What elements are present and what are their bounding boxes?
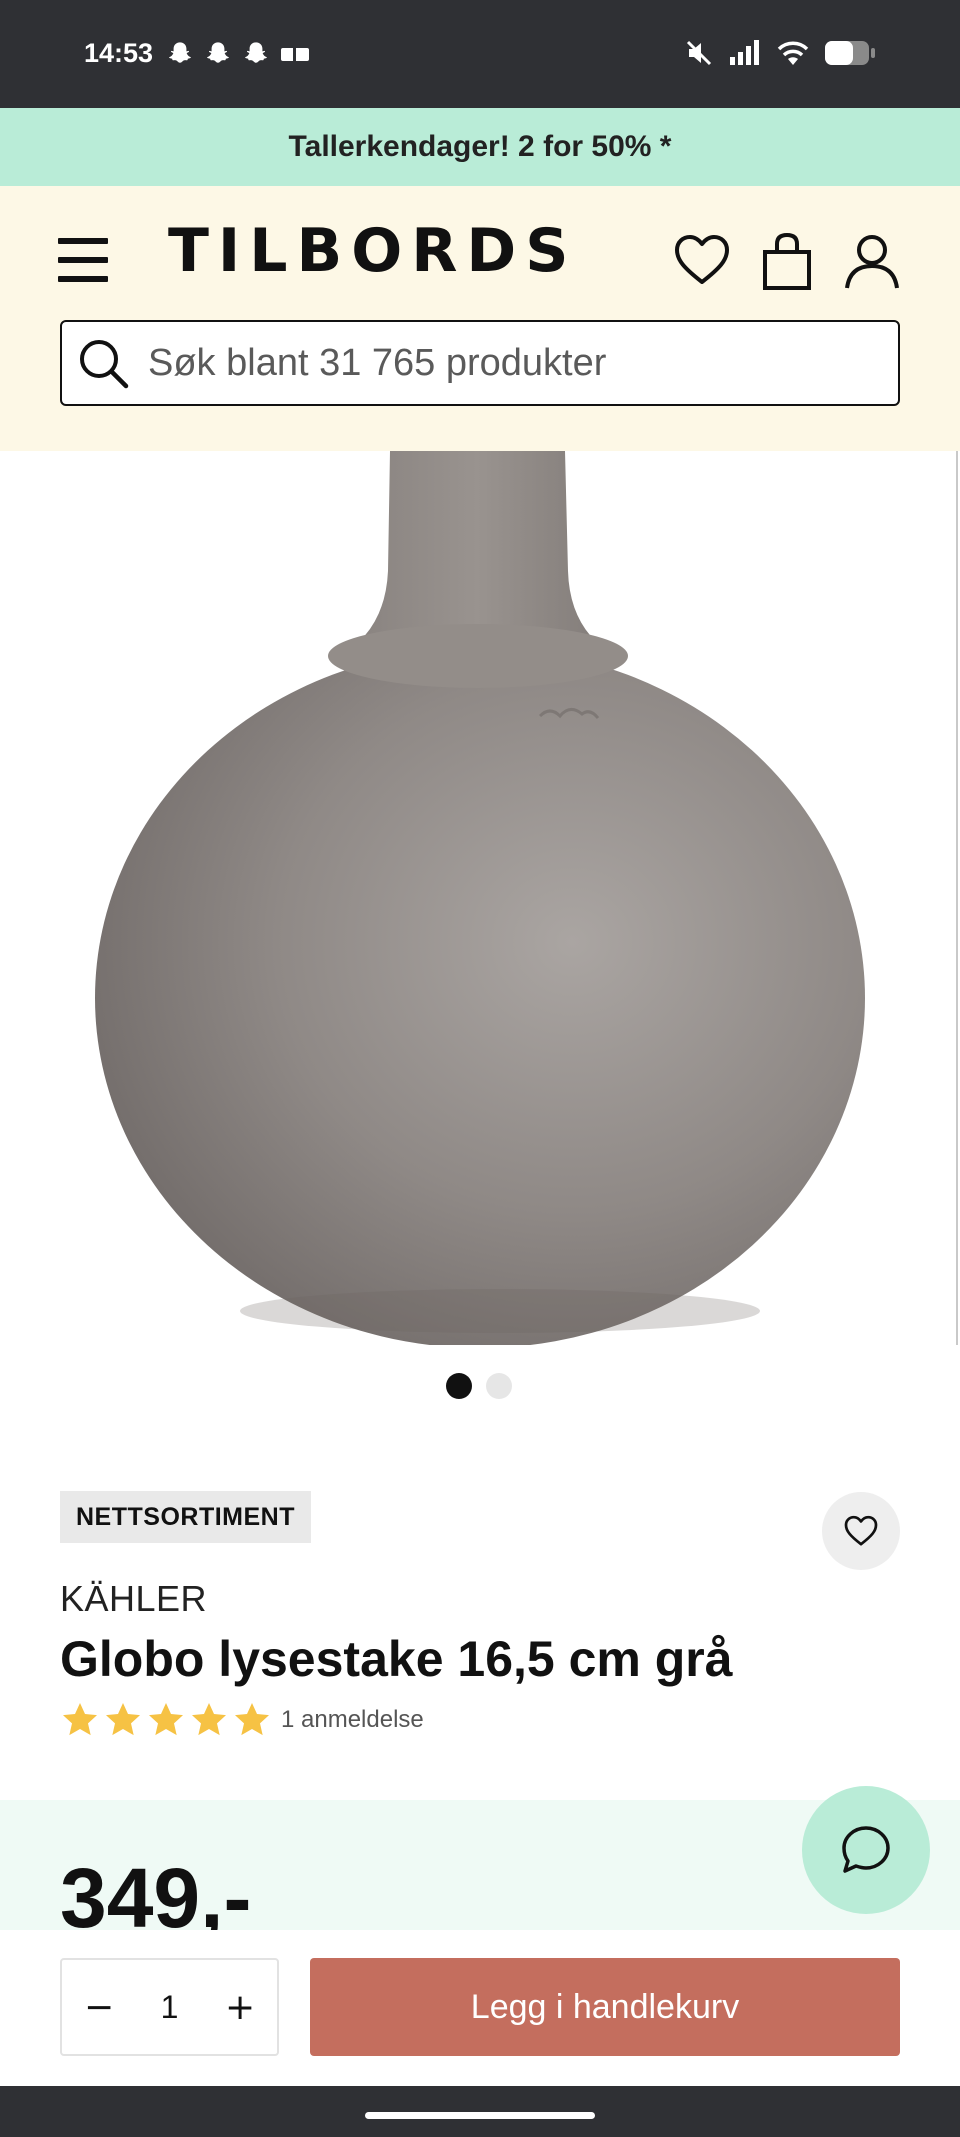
- promo-banner[interactable]: Tallerkendager! 2 for 50% *: [0, 108, 960, 186]
- menu-button[interactable]: [58, 238, 110, 284]
- wifi-icon: [777, 41, 809, 65]
- snapchat-icon: [169, 42, 191, 63]
- gallery-dot-1[interactable]: [446, 1373, 472, 1399]
- site-logo[interactable]: TILBORDS: [168, 216, 577, 286]
- quantity-stepper: − 1 +: [60, 1958, 279, 2056]
- add-to-cart-button[interactable]: Legg i handlekurv: [310, 1958, 900, 2056]
- shopping-bag-icon[interactable]: [757, 230, 817, 292]
- status-bar: 14:53: [0, 0, 960, 108]
- next-image-edge: [956, 451, 958, 1345]
- gallery-dots: [446, 1373, 512, 1399]
- wishlist-heart-icon[interactable]: [672, 230, 732, 292]
- add-to-wishlist-button[interactable]: [822, 1492, 900, 1570]
- promo-text[interactable]: Tallerkendager! 2 for 50% *: [289, 130, 672, 164]
- signal-icon: [730, 40, 759, 65]
- battery-icon: [825, 41, 875, 65]
- quantity-value[interactable]: 1: [161, 1989, 179, 2026]
- account-icon[interactable]: [842, 230, 902, 292]
- product-title: Globo lysestake 16,5 cm grå: [60, 1631, 733, 1687]
- status-app-icons: [166, 40, 310, 68]
- product-image-gallery[interactable]: [0, 451, 960, 1345]
- home-indicator[interactable]: [365, 2112, 595, 2119]
- search-bar[interactable]: [60, 320, 900, 406]
- add-to-cart-bar: − 1 + Legg i handlekurv: [0, 1930, 960, 2086]
- system-nav-bar: [0, 2086, 960, 2137]
- star-icon: [235, 1703, 269, 1736]
- site-header: TILBORDS: [0, 186, 960, 451]
- message-icon: [281, 48, 309, 61]
- chat-button[interactable]: [802, 1786, 930, 1914]
- star-icon: [63, 1703, 97, 1736]
- increase-quantity-button[interactable]: +: [225, 1987, 255, 2028]
- review-count[interactable]: 1 anmeldelse: [281, 1706, 424, 1734]
- product-image: [95, 451, 865, 1345]
- star-icon: [149, 1703, 183, 1736]
- search-icon: [80, 340, 129, 389]
- star-icon: [106, 1703, 140, 1736]
- decrease-quantity-button[interactable]: −: [84, 1987, 114, 2028]
- status-time: 14:53: [84, 38, 154, 68]
- status-right-icons: [684, 38, 876, 68]
- snapchat-icon: [245, 42, 267, 63]
- gallery-dot-2[interactable]: [486, 1373, 512, 1399]
- product-price: 349,-: [60, 1851, 252, 1930]
- product-rating[interactable]: 1 anmeldelse: [60, 1700, 424, 1740]
- mute-icon: [686, 40, 712, 66]
- product-brand[interactable]: KÄHLER: [60, 1578, 207, 1620]
- heart-icon: [844, 1515, 878, 1546]
- star-icon: [192, 1703, 226, 1736]
- online-only-badge: NETTSORTIMENT: [60, 1491, 311, 1543]
- search-input[interactable]: [148, 341, 848, 385]
- snapchat-icon: [207, 42, 229, 63]
- chat-bubble-icon: [842, 1826, 890, 1873]
